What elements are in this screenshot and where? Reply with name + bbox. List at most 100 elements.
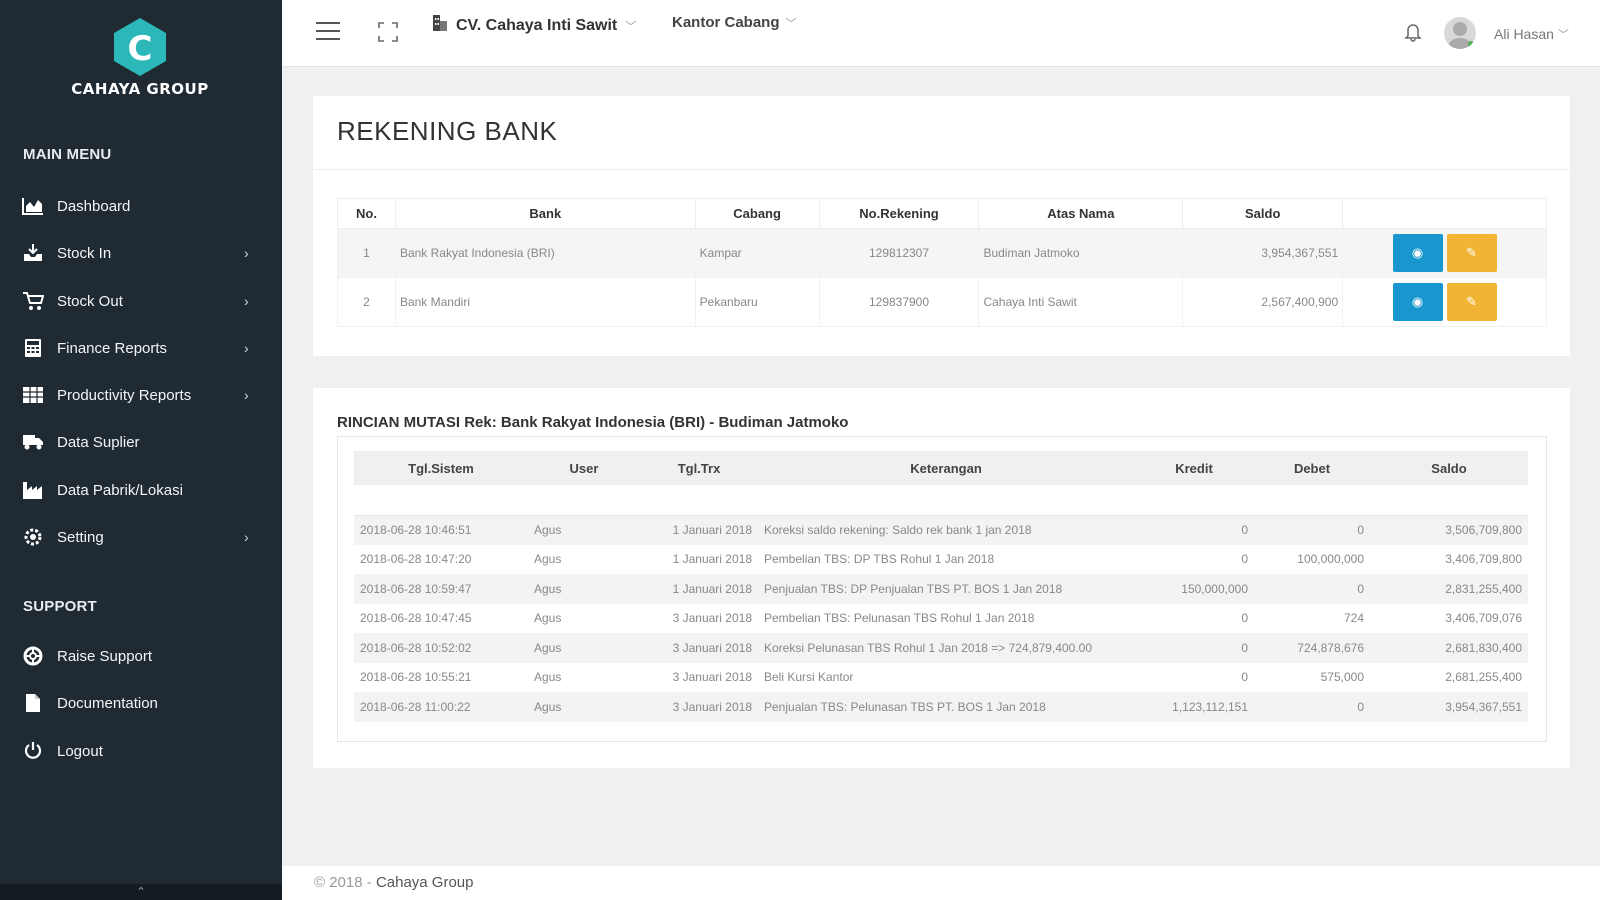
view-button[interactable]: ◉: [1392, 234, 1443, 272]
cell-tgl-trx: 3 Januari 2018: [672, 670, 752, 685]
chevron-right-icon: ›: [244, 293, 249, 309]
cell-saldo: 2,567,400,900: [1182, 277, 1344, 327]
col-header-cabang: Cabang: [694, 198, 820, 229]
office-selector[interactable]: Kantor Cabang ﹀: [672, 14, 797, 31]
cell-saldo: 3,954,367,551: [1370, 692, 1528, 722]
cell-saldo: 3,406,709,800: [1445, 552, 1522, 567]
edit-button[interactable]: ✎: [1446, 283, 1497, 321]
chart-area-icon: [22, 195, 44, 217]
cell-tgl-trx: 3 Januari 2018: [640, 633, 758, 663]
bell-icon[interactable]: [1404, 22, 1422, 47]
chevron-down-icon: ﹀: [785, 17, 797, 30]
col-header-rekening: No.Rekening: [818, 198, 980, 229]
bank-account-card: REKENING BANK No. Bank Cabang No.Rekenin…: [313, 96, 1570, 356]
cell-tgl-trx: 3 Januari 2018: [672, 611, 752, 626]
sidebar-item-logout[interactable]: Logout: [0, 731, 282, 771]
cell-keterangan: Penjualan TBS: Pelunasan TBS PT. BOS 1 J…: [758, 692, 1134, 722]
cell-tgl-trx: 3 Januari 2018: [640, 692, 758, 722]
power-icon: [22, 740, 44, 762]
cell-debet: 0: [1254, 574, 1370, 604]
user-menu[interactable]: Ali Hasan ﹀: [1494, 26, 1569, 42]
user-name: Ali Hasan: [1494, 26, 1554, 42]
view-button[interactable]: ◉: [1392, 283, 1443, 321]
cell-tgl-sistem: 2018-06-28 10:55:21: [360, 670, 472, 685]
sidebar-item-data-suplier[interactable]: Data Suplier: [0, 422, 282, 462]
cell-keterangan: Koreksi saldo rekening: Saldo rek bank 1…: [758, 515, 1134, 545]
sidebar-item-label: Productivity Reports: [57, 386, 192, 404]
truck-icon: [22, 431, 44, 453]
cell-tgl-sistem: 2018-06-28 10:47:20: [360, 552, 472, 567]
mutation-title: RINCIAN MUTASI Rek: Bank Rakyat Indonesi…: [337, 414, 849, 431]
cell-tgl-sistem: 2018-06-28 10:46:51: [354, 515, 528, 545]
lifebuoy-icon: [22, 645, 44, 667]
sidebar-item-finance-reports[interactable]: Finance Reports ›: [0, 328, 282, 368]
col-header-debet: Debet: [1254, 451, 1370, 485]
cell-saldo: 3,506,709,800: [1370, 515, 1528, 545]
sidebar-collapse-handle[interactable]: ⌃: [0, 884, 282, 900]
col-header-user: User: [528, 451, 640, 485]
edit-button[interactable]: ✎: [1446, 234, 1497, 272]
cell-saldo: 3,406,709,076: [1445, 611, 1522, 626]
cell-bank: Bank Rakyat Indonesia (BRI): [394, 228, 696, 278]
cell-debet: 724: [1343, 611, 1364, 626]
sidebar-item-stock-out[interactable]: Stock Out ›: [0, 281, 282, 321]
cell-tgl-trx: 1 Januari 2018: [640, 515, 758, 545]
col-header-no: No.: [337, 198, 396, 229]
logo-hexagon-icon: C: [109, 16, 171, 78]
cell-kredit: 0: [1241, 611, 1248, 626]
mutation-table-box: Tgl.Sistem User Tgl.Trx Keterangan Kredi…: [337, 436, 1547, 742]
bank-table: No. Bank Cabang No.Rekening Atas Nama Sa…: [337, 198, 1547, 327]
table-row: 2018-06-28 10:47:45 Agus 3 Januari 2018 Pem…: [354, 604, 1528, 634]
footer: © 2018 - Cahaya Group: [282, 866, 1600, 900]
hamburger-menu-icon[interactable]: [316, 22, 340, 40]
cell-rekening: 129812307: [818, 228, 980, 278]
cell-kredit: 150,000,000: [1134, 574, 1254, 604]
cell-atas-nama: Budiman Jatmoko: [978, 228, 1184, 278]
company-name: CV. Cahaya Inti Sawit: [456, 16, 618, 34]
sidebar-item-stock-in[interactable]: Stock In ›: [0, 233, 282, 273]
chevron-right-icon: ›: [244, 387, 249, 403]
brand-logo[interactable]: C CAHAYA GROUP: [60, 16, 220, 98]
cell-debet: 0: [1254, 692, 1370, 722]
cell-kredit: 0: [1241, 552, 1248, 567]
cell-user: Agus: [528, 633, 640, 663]
cell-tgl-trx: 1 Januari 2018: [672, 552, 752, 567]
footer-company: Cahaya Group: [375, 874, 474, 891]
sidebar-item-data-pabrik-lokasi[interactable]: Data Pabrik/Lokasi: [0, 470, 282, 510]
cell-kredit: 1,123,112,151: [1134, 692, 1254, 722]
sidebar: C CAHAYA GROUP MAIN MENU Dashboard Stock …: [0, 0, 282, 900]
avatar[interactable]: [1444, 17, 1476, 49]
sidebar-item-productivity-reports[interactable]: Productivity Reports ›: [0, 375, 282, 415]
logo-letter: C: [128, 29, 153, 69]
edit-icon: ✎: [1466, 245, 1478, 260]
sidebar-item-label: Raise Support: [57, 647, 153, 665]
cell-saldo: 2,681,255,400: [1445, 670, 1522, 685]
sidebar-item-documentation[interactable]: Documentation: [0, 683, 282, 723]
sidebar-item-label: Data Pabrik/Lokasi: [57, 481, 183, 499]
sidebar-item-dashboard[interactable]: Dashboard: [0, 186, 282, 226]
cell-actions: ◉ ✎: [1342, 277, 1547, 327]
cell-keterangan: Pembelian TBS: DP TBS Rohul 1 Jan 2018: [764, 552, 995, 567]
cell-debet: 575,000: [1320, 670, 1364, 685]
cell-debet: 0: [1254, 515, 1370, 545]
cell-bank: Bank Mandiri: [394, 277, 696, 327]
table-row: 2018-06-28 10:59:47 Agus 1 Januari 2018 Pen…: [354, 574, 1528, 604]
fullscreen-icon[interactable]: [378, 22, 398, 42]
cell-user: Agus: [528, 515, 640, 545]
page-title: REKENING BANK: [337, 116, 558, 146]
cell-tgl-sistem: 2018-06-28 10:52:02: [354, 633, 528, 663]
topbar: CV. Cahaya Inti Sawit ﹀ Kantor Cabang ﹀ …: [282, 0, 1600, 67]
mutation-card: RINCIAN MUTASI Rek: Bank Rakyat Indonesi…: [313, 388, 1570, 768]
company-selector[interactable]: CV. Cahaya Inti Sawit ﹀: [432, 14, 636, 37]
table-row: 2018-06-28 10:55:21 Agus 3 Januari 2018 Bel…: [354, 663, 1528, 693]
table-icon: [22, 384, 44, 406]
sidebar-item-setting[interactable]: Setting ›: [0, 517, 282, 557]
table-row: 2018-06-28 10:46:51 Agus 1 Januari 2018 Kor…: [354, 515, 1528, 545]
cell-saldo: 2,831,255,400: [1370, 574, 1528, 604]
chevron-down-icon: ﹀: [625, 20, 637, 33]
cell-debet: 100,000,000: [1297, 552, 1364, 567]
cell-tgl-sistem: 2018-06-28 10:47:45: [360, 611, 472, 626]
sidebar-item-raise-support[interactable]: Raise Support: [0, 636, 282, 676]
table-row: 2018-06-28 11:00:22 Agus 3 Januari 2018 Pen…: [354, 692, 1528, 722]
cell-user: Agus: [534, 611, 562, 626]
